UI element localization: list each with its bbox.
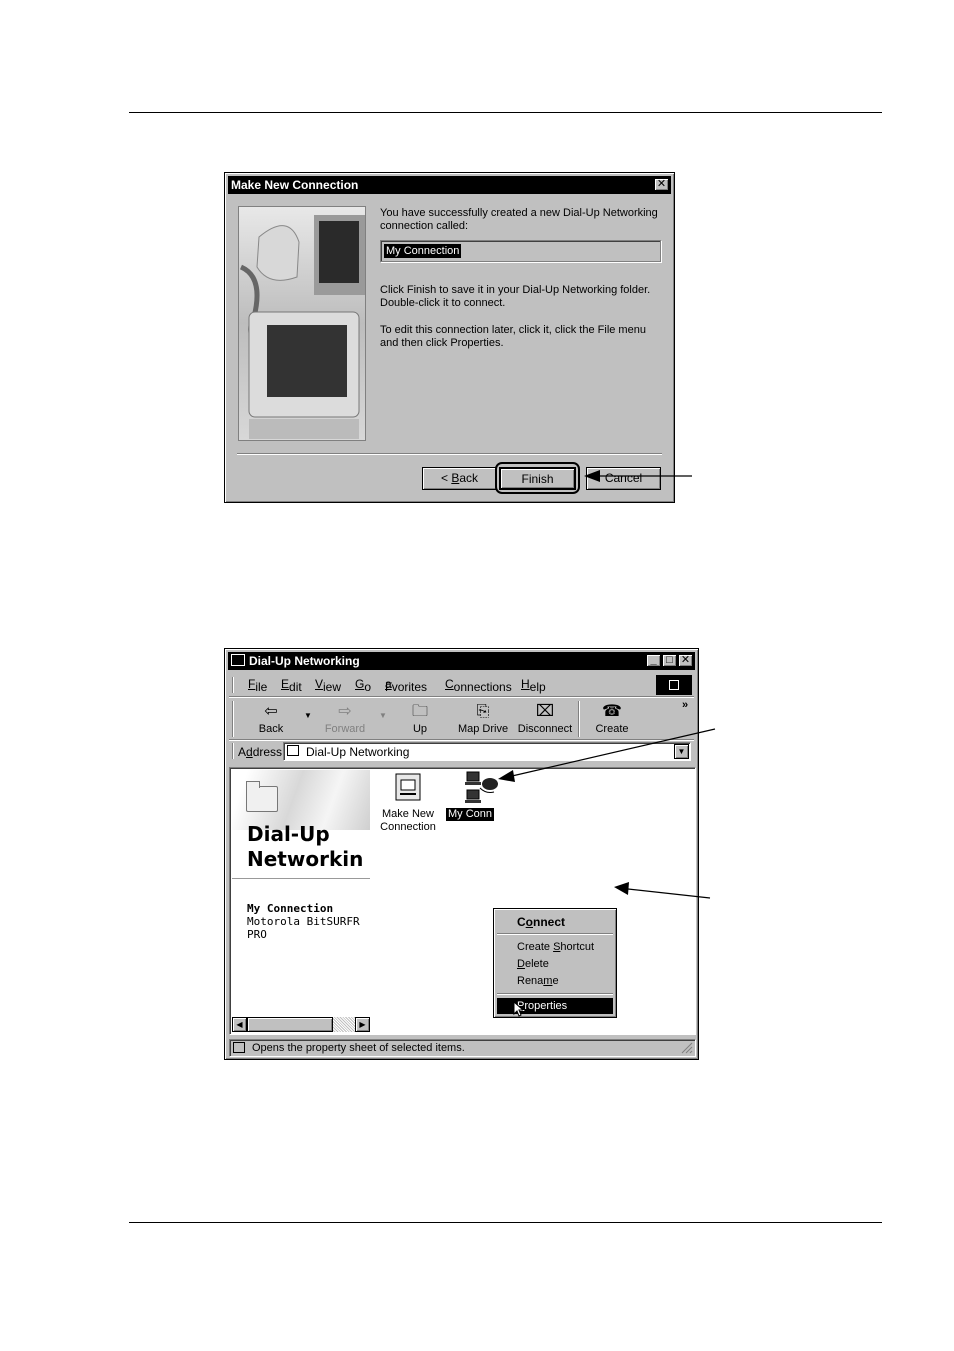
back-button[interactable]: ⇦ Back xyxy=(253,703,289,735)
edit-instructions: To edit this connection later, click it,… xyxy=(380,324,646,349)
up-button[interactable]: 🗀 Up xyxy=(407,703,433,735)
modem-name: Motorola BitSURFR xyxy=(247,915,360,928)
scroll-thumb[interactable] xyxy=(247,1017,333,1032)
mouse-pointer-icon xyxy=(513,1001,523,1017)
status-text: Opens the property sheet of selected ite… xyxy=(252,1042,465,1054)
back-button[interactable]: < Back xyxy=(422,467,497,490)
horizontal-scrollbar[interactable]: ◀ ▶ xyxy=(232,1017,370,1032)
computer-illustration xyxy=(238,206,366,441)
close-icon[interactable]: ✕ xyxy=(678,654,693,667)
scroll-track[interactable] xyxy=(333,1017,355,1032)
bottom-rule xyxy=(129,1222,882,1223)
success-message: You have successfully created a new Dial… xyxy=(380,207,658,232)
toolbar-grip xyxy=(232,701,234,737)
menu-toolbar-divider xyxy=(229,696,694,698)
toolbar-more-icon[interactable]: » xyxy=(682,699,688,711)
menu-item-delete[interactable]: Delete xyxy=(517,958,549,970)
folder-view: Dial-Up Networkin My Connection Motorola… xyxy=(229,767,696,1035)
menu-item-connect[interactable]: Connect xyxy=(517,915,565,929)
back-dropdown-icon[interactable]: ▼ xyxy=(304,711,312,720)
scroll-left-icon[interactable]: ◀ xyxy=(232,1017,247,1032)
create-button[interactable]: ☎ Create xyxy=(594,703,630,735)
menu-edit[interactable]: Edit xyxy=(281,677,302,694)
finish-highlight-ring xyxy=(495,462,580,494)
properties-sheet-icon xyxy=(233,1042,245,1053)
menu-file[interactable]: File xyxy=(248,677,267,694)
folder-heading: Dial-Up Networkin xyxy=(247,822,364,871)
toolbar-separator xyxy=(578,701,580,737)
map-drive-icon: ⎘ xyxy=(476,703,490,720)
create-connection-icon: ☎ xyxy=(602,703,622,720)
finish-instructions: Click Finish to save it in your Dial-Up … xyxy=(380,284,651,309)
status-bar: Opens the property sheet of selected ite… xyxy=(229,1039,696,1057)
make-new-connection-label[interactable]: Make New Connection xyxy=(376,808,440,834)
dial-up-networking-window: Dial-Up Networking _ □ ✕ File Edit View … xyxy=(224,648,699,1060)
menu-favorites[interactable]: Fa vorites xyxy=(385,677,427,694)
disconnect-icon: ⌧ xyxy=(535,703,555,720)
address-grip xyxy=(232,743,234,759)
menu-item-create-shortcut[interactable]: Create Shortcut xyxy=(517,941,594,953)
dialog-title: Make New Connection xyxy=(231,178,359,192)
folder-icon xyxy=(246,781,278,812)
my-connection-icon[interactable] xyxy=(464,770,502,806)
menu-item-properties[interactable]: Properties xyxy=(517,1000,567,1012)
menu-go[interactable]: Go xyxy=(355,677,371,694)
modem-name-cont: PRO xyxy=(247,928,267,941)
address-folder-icon xyxy=(287,745,299,756)
connection-name-value: My Connection xyxy=(384,244,462,258)
menu-help[interactable]: Help xyxy=(521,677,546,694)
top-rule xyxy=(129,112,882,113)
address-dropdown-icon[interactable]: ▼ xyxy=(674,744,689,759)
scroll-right-icon[interactable]: ▶ xyxy=(355,1017,370,1032)
address-field[interactable]: Dial-Up Networking ▼ xyxy=(283,742,691,761)
menu-grip xyxy=(232,677,234,693)
menu-item-rename[interactable]: Rename xyxy=(517,975,559,987)
pane-divider xyxy=(232,878,370,879)
up-folder-icon: 🗀 xyxy=(411,703,428,720)
make-new-connection-icon[interactable] xyxy=(394,772,422,802)
address-value: Dial-Up Networking xyxy=(306,745,410,759)
windows-logo-icon xyxy=(656,675,692,695)
web-view-pane: Dial-Up Networkin My Connection Motorola… xyxy=(232,770,370,1032)
forward-dropdown-icon: ▼ xyxy=(379,711,387,720)
window-title-bar: Dial-Up Networking _ □ ✕ xyxy=(228,652,695,670)
disconnect-button[interactable]: ⌧ Disconnect xyxy=(516,703,574,735)
address-label: Address xyxy=(238,745,283,759)
dun-folder-icon xyxy=(231,654,245,666)
map-drive-button[interactable]: ⎘ Map Drive xyxy=(456,703,510,735)
context-separator xyxy=(497,933,613,935)
dialog-title-bar: Make New Connection ✕ xyxy=(228,176,671,194)
forward-arrow-icon: ⇨ xyxy=(338,703,352,720)
minimize-icon[interactable]: _ xyxy=(646,654,661,667)
menu-view[interactable]: View xyxy=(315,677,341,694)
window-title: Dial-Up Networking xyxy=(249,654,360,668)
close-icon[interactable]: ✕ xyxy=(654,178,669,191)
menu-connections[interactable]: Connections xyxy=(445,677,512,694)
context-menu: Connect Create Shortcut Delete Rename Pr… xyxy=(493,908,617,1018)
my-connection-label[interactable]: My Conn xyxy=(446,808,495,821)
resize-grip-icon[interactable] xyxy=(681,1042,693,1054)
context-separator-2 xyxy=(497,993,613,995)
make-new-connection-dialog: Make New Connection ✕ You have successfu… xyxy=(224,172,675,503)
forward-button: ⇨ Forward xyxy=(324,703,366,735)
back-arrow-icon: ⇦ xyxy=(264,703,278,720)
toolbar-address-divider xyxy=(229,739,694,741)
selected-connection-name: My Connection xyxy=(247,902,334,915)
connection-name-field[interactable]: My Connection xyxy=(380,240,661,262)
maximize-icon[interactable]: □ xyxy=(662,654,677,667)
dialog-separator xyxy=(237,453,662,455)
cancel-button[interactable]: Cancel xyxy=(586,467,661,490)
